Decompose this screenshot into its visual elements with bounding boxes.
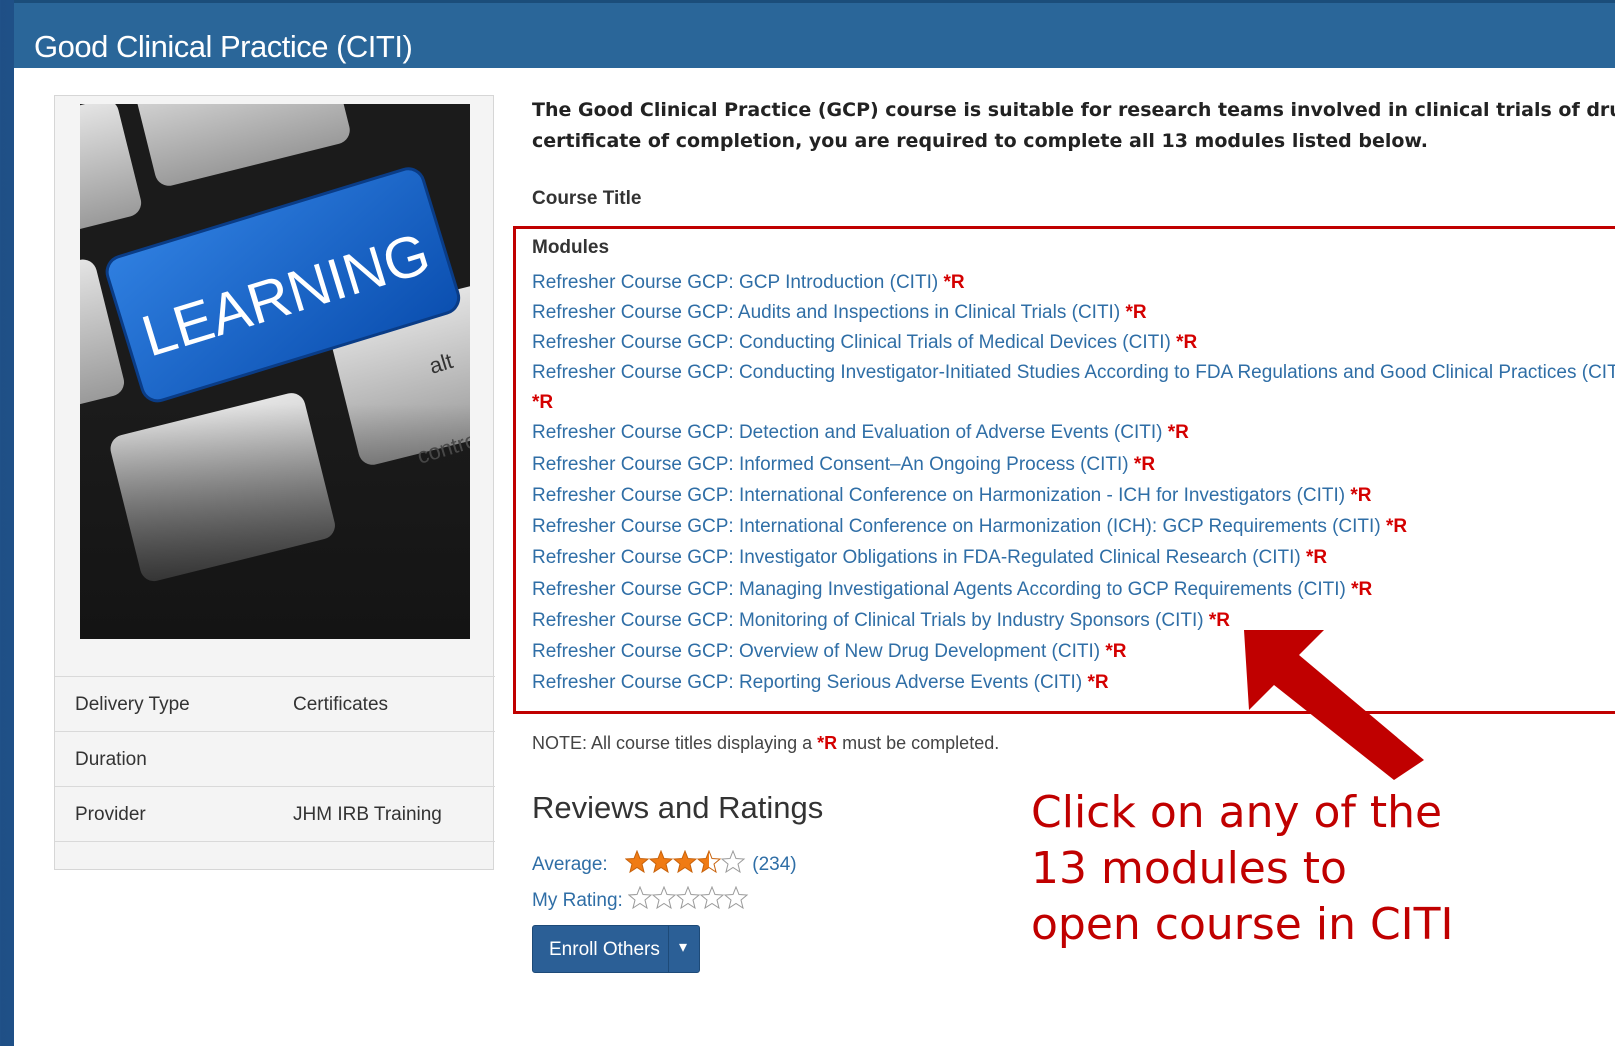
module-link[interactable]: Refresher Course GCP: Conducting Investi… xyxy=(532,362,1615,384)
detail-key: Delivery Type xyxy=(75,694,190,715)
split-divider xyxy=(668,926,669,972)
module-title: Refresher Course GCP: Monitoring of Clin… xyxy=(532,610,1204,631)
half-star-icon xyxy=(696,849,722,874)
module-link[interactable]: Refresher Course GCP: Monitoring of Clin… xyxy=(532,610,1230,632)
required-marker: *R xyxy=(1306,547,1328,568)
empty-star-icon xyxy=(675,885,701,910)
module-title: Refresher Course GCP: Audits and Inspect… xyxy=(532,302,1121,323)
module-link[interactable]: Refresher Course GCP: GCP Introduction (… xyxy=(532,272,965,294)
required-marker: *R xyxy=(1125,302,1147,323)
required-marker: *R xyxy=(1167,422,1189,443)
red-arrow-icon xyxy=(1244,630,1424,780)
average-rating: Average: (234) xyxy=(532,849,797,876)
empty-star-icon xyxy=(651,885,677,910)
course-details-card: LEARNING alt control Delivery Type Certi… xyxy=(54,95,495,870)
module-title: Refresher Course GCP: International Conf… xyxy=(532,516,1381,537)
module-link[interactable]: Refresher Course GCP: Managing Investiga… xyxy=(532,579,1372,601)
detail-value: Certificates xyxy=(293,694,389,715)
module-link[interactable]: Refresher Course GCP: International Conf… xyxy=(532,516,1407,538)
reviews-heading: Reviews and Ratings xyxy=(532,790,824,825)
callout-line-3: open course in CITI xyxy=(1031,899,1454,950)
description-line-1: The Good Clinical Practice (GCP) course … xyxy=(532,99,1615,121)
required-marker: *R xyxy=(1385,516,1408,537)
ratings-count: (234) xyxy=(752,854,797,875)
course-title-header: Course Title xyxy=(532,188,642,209)
module-link[interactable]: Refresher Course GCP: Informed Consent–A… xyxy=(532,454,1155,476)
required-marker: *R xyxy=(1133,454,1156,475)
detail-row-delivery-type: Delivery Type Certificates xyxy=(55,676,495,731)
detail-value: JHM IRB Training xyxy=(293,804,442,825)
caret-down-icon[interactable]: ▾ xyxy=(679,937,687,957)
required-marker: *R xyxy=(532,392,554,413)
star-icon xyxy=(624,849,650,874)
instruction-callout: Click on any of the 13 modules to open c… xyxy=(1031,785,1571,953)
description-line-2: certificate of completion, you are requi… xyxy=(532,130,1428,152)
module-title: Refresher Course GCP: Conducting Clinica… xyxy=(532,332,1171,353)
module-title: Refresher Course GCP: Conducting Investi… xyxy=(532,362,1615,383)
module-title: Refresher Course GCP: Detection and Eval… xyxy=(532,422,1163,443)
module-link[interactable]: Refresher Course GCP: Conducting Clinica… xyxy=(532,332,1197,354)
module-link[interactable]: Refresher Course GCP: Reporting Serious … xyxy=(532,672,1109,694)
page-header: Good Clinical Practice (CITI) xyxy=(14,0,1615,68)
detail-key: Duration xyxy=(75,749,147,770)
required-marker: *R xyxy=(1351,579,1373,600)
detail-row-provider: Provider JHM IRB Training xyxy=(55,786,495,841)
module-link[interactable]: Refresher Course GCP: Investigator Oblig… xyxy=(532,547,1327,569)
module-link[interactable]: Refresher Course GCP: International Conf… xyxy=(532,485,1372,507)
module-link[interactable]: Refresher Course GCP: Detection and Eval… xyxy=(532,422,1189,444)
my-rating-label: My Rating: xyxy=(532,890,623,911)
required-marker: *R xyxy=(1350,485,1372,506)
module-title: Refresher Course GCP: Informed Consent–A… xyxy=(532,454,1129,475)
module-title: Refresher Course GCP: GCP Introduction (… xyxy=(532,272,939,293)
required-marker: *R xyxy=(1176,332,1198,353)
star-icon xyxy=(648,849,674,874)
empty-star-icon xyxy=(627,885,653,910)
course-image: LEARNING alt control xyxy=(80,104,470,639)
module-title: Refresher Course GCP: Investigator Oblig… xyxy=(532,547,1301,568)
average-stars xyxy=(624,849,746,874)
empty-star-icon xyxy=(720,849,746,874)
course-description: The Good Clinical Practice (GCP) course … xyxy=(532,95,1615,157)
note-marker: *R xyxy=(817,733,838,753)
detail-key: Provider xyxy=(75,804,146,825)
required-marker: *R xyxy=(1105,641,1127,662)
callout-line-2: 13 modules to xyxy=(1031,843,1347,894)
empty-star-icon xyxy=(699,885,725,910)
module-link[interactable]: Refresher Course GCP: Audits and Inspect… xyxy=(532,302,1147,324)
enroll-others-label: Enroll Others xyxy=(549,939,660,960)
average-label: Average: xyxy=(532,854,608,875)
module-title: Refresher Course GCP: Overview of New Dr… xyxy=(532,641,1101,662)
my-rating-stars[interactable] xyxy=(627,885,750,910)
empty-star-icon xyxy=(723,885,749,910)
keyboard-learning-image: LEARNING alt control xyxy=(80,104,470,639)
my-rating: My Rating: xyxy=(532,885,750,912)
page-title: Good Clinical Practice (CITI) xyxy=(34,29,413,64)
detail-row-duration: Duration xyxy=(55,731,495,786)
required-marker: *R xyxy=(943,272,965,293)
modules-header: Modules xyxy=(532,237,610,258)
module-title: Refresher Course GCP: Reporting Serious … xyxy=(532,672,1083,693)
module-title: Refresher Course GCP: Managing Investiga… xyxy=(532,579,1346,600)
detail-row-empty xyxy=(55,841,495,896)
module-link[interactable]: Refresher Course GCP: Overview of New Dr… xyxy=(532,641,1126,663)
star-icon xyxy=(672,849,698,874)
enroll-others-button[interactable]: Enroll Others ▾ xyxy=(532,925,700,973)
callout-line-1: Click on any of the xyxy=(1031,787,1443,838)
module-link-required-wrap[interactable]: *R xyxy=(532,392,553,414)
required-marker: *R xyxy=(1087,672,1109,693)
note-suffix: must be completed. xyxy=(837,733,1000,753)
required-note: NOTE: All course titles displaying a *R … xyxy=(532,733,999,754)
page-frame: Good Clinical Practice (CITI) LEARNING a… xyxy=(14,0,1615,1046)
note-prefix: NOTE: All course titles displaying a xyxy=(532,733,818,753)
module-title: Refresher Course GCP: International Conf… xyxy=(532,485,1346,506)
